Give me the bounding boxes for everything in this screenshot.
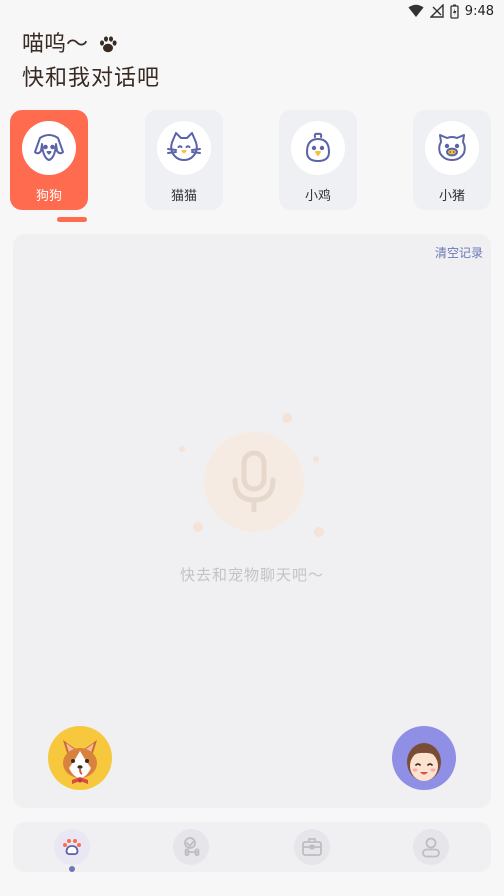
pet-selector: 狗狗 猫猫 小鸡 小猪	[10, 110, 504, 222]
tab-profile[interactable]	[413, 829, 449, 865]
greeting-line2: 快和我对话吧	[22, 66, 161, 91]
tab-toolbox[interactable]	[294, 829, 330, 865]
pet-label: 猫猫	[170, 189, 197, 204]
paw-icon	[63, 839, 81, 856]
status-time: 9:48	[464, 3, 494, 19]
pet-label: 小鸡	[304, 189, 331, 204]
empty-state-text: 快去和宠物聊天吧～	[179, 566, 324, 584]
battery-icon	[450, 4, 459, 19]
clear-history-button[interactable]: 清空记录	[435, 244, 483, 261]
empty-state	[173, 413, 333, 559]
corgi-icon	[63, 740, 97, 784]
cat-icon	[167, 132, 201, 161]
pet-avatar-circle	[22, 121, 76, 175]
greeting-line1: 喵呜～	[22, 32, 89, 57]
pet-avatar[interactable]	[48, 726, 112, 790]
pet-avatar-circle	[157, 121, 211, 175]
chick-icon	[306, 132, 330, 162]
pig-icon	[438, 134, 466, 161]
chat-panel: 清空记录 快去和宠物聊天吧～	[13, 234, 491, 808]
toolbox-icon	[302, 838, 322, 856]
tab-pets[interactable]	[54, 829, 90, 865]
decor-dot	[193, 522, 203, 532]
decor-dot	[282, 413, 292, 423]
decor-dot	[313, 456, 319, 462]
pet-card-pig[interactable]: 小猪	[413, 110, 491, 210]
bottom-tab-bar	[13, 822, 491, 872]
no-signal-icon	[429, 4, 444, 18]
user-avatar[interactable]	[392, 726, 456, 790]
active-pet-indicator	[57, 217, 87, 222]
pet-label: 小猪	[438, 189, 465, 204]
decor-dot	[314, 527, 324, 537]
user-face-icon	[407, 743, 441, 781]
profile-icon	[422, 837, 440, 858]
dog-icon	[34, 134, 64, 161]
microphone-icon	[232, 450, 276, 513]
pet-card-dog[interactable]: 狗狗	[10, 110, 88, 210]
decor-dot	[179, 446, 185, 452]
pet-label: 狗狗	[35, 189, 62, 204]
bone-icon	[184, 837, 200, 857]
pet-avatar-circle	[425, 121, 479, 175]
greeting: 喵呜～ 快和我对话吧	[22, 30, 160, 96]
active-tab-dot	[69, 866, 75, 872]
tab-food[interactable]	[173, 829, 209, 865]
pet-avatar-circle	[291, 121, 345, 175]
pet-card-cat[interactable]: 猫猫	[145, 110, 223, 210]
mic-circle	[204, 432, 304, 532]
status-bar: 9:48	[0, 0, 504, 22]
pet-card-chick[interactable]: 小鸡	[279, 110, 357, 210]
paw-print-icon	[100, 36, 117, 53]
wifi-icon	[408, 4, 424, 17]
